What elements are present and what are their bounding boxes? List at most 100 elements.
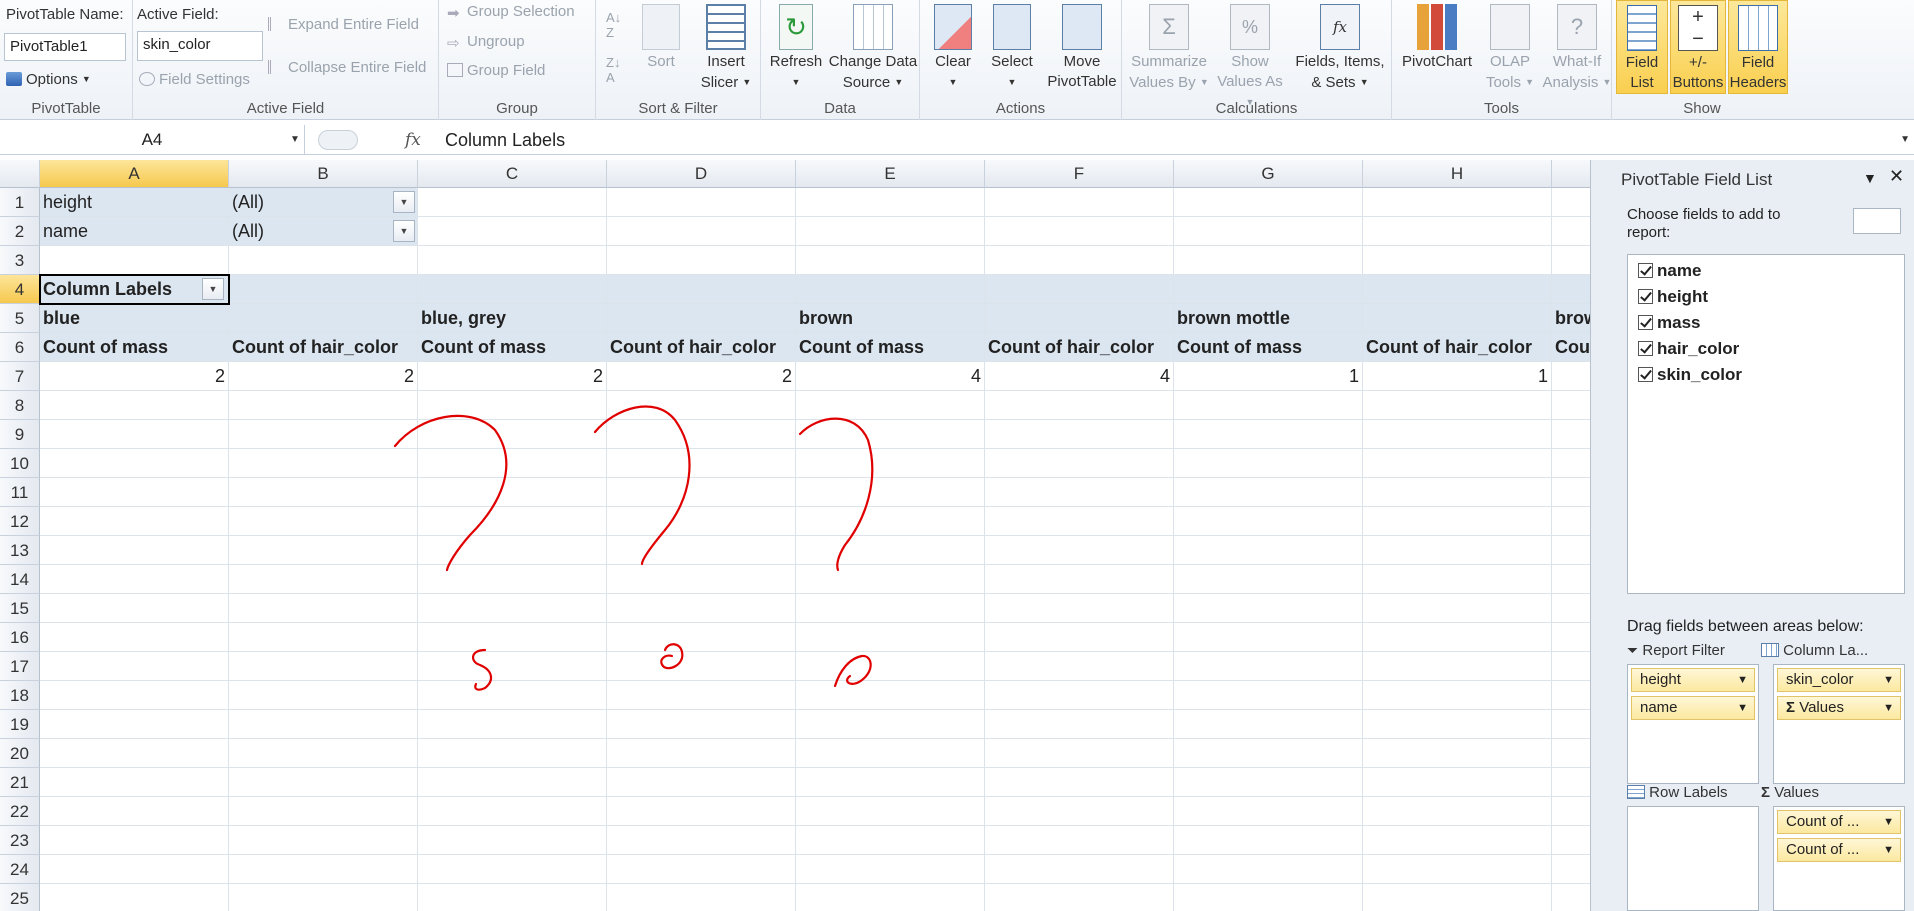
row-header-1[interactable]: 1	[0, 188, 40, 217]
cell-f24[interactable]	[985, 855, 1174, 884]
cell-e20[interactable]	[796, 739, 985, 768]
row-header-24[interactable]: 24	[0, 855, 40, 884]
cell-f9[interactable]	[985, 420, 1174, 449]
row-header-21[interactable]: 21	[0, 768, 40, 797]
cell-i13[interactable]	[1552, 536, 1590, 565]
cell-g21[interactable]	[1174, 768, 1363, 797]
cell-a5[interactable]: blue	[40, 304, 229, 333]
cell-e16[interactable]	[796, 623, 985, 652]
filter-dropdown-name-icon[interactable]: ▼	[393, 220, 415, 242]
cell-a17[interactable]	[40, 652, 229, 681]
cell-a6[interactable]: Count of mass	[40, 333, 229, 362]
cell-h16[interactable]	[1363, 623, 1552, 652]
cell-b4[interactable]	[229, 275, 418, 304]
column-header-partial[interactable]	[1552, 160, 1590, 188]
cell-h20[interactable]	[1363, 739, 1552, 768]
cell-i8[interactable]	[1552, 391, 1590, 420]
cell-g2[interactable]	[1174, 217, 1363, 246]
cell-f8[interactable]	[985, 391, 1174, 420]
cell-d10[interactable]	[607, 449, 796, 478]
cell-d21[interactable]	[607, 768, 796, 797]
cell-d8[interactable]	[607, 391, 796, 420]
cell-g15[interactable]	[1174, 594, 1363, 623]
cell-b7[interactable]: 2	[229, 362, 418, 391]
cell-h13[interactable]	[1363, 536, 1552, 565]
cell-f18[interactable]	[985, 681, 1174, 710]
cell-i2[interactable]	[1552, 217, 1590, 246]
cell-c12[interactable]	[418, 507, 607, 536]
row-labels-area[interactable]	[1627, 806, 1759, 911]
column-header-a[interactable]: A	[40, 160, 229, 188]
cell-g10[interactable]	[1174, 449, 1363, 478]
column-header-h[interactable]: H	[1363, 160, 1552, 188]
cell-i12[interactable]	[1552, 507, 1590, 536]
cell-a1[interactable]: height	[40, 188, 229, 217]
cell-i23[interactable]	[1552, 826, 1590, 855]
cell-d3[interactable]	[607, 246, 796, 275]
values-chip[interactable]: Count of ... ▼	[1777, 810, 1901, 834]
cell-c18[interactable]	[418, 681, 607, 710]
cell-d6[interactable]: Count of hair_color	[607, 333, 796, 362]
cell-a7[interactable]: 2	[40, 362, 229, 391]
values-area[interactable]: Count of ... ▼ Count of ... ▼	[1773, 806, 1905, 911]
field-list-button[interactable]: Field List	[1616, 0, 1668, 94]
group-field-button[interactable]: Group Field	[447, 62, 545, 79]
field-item[interactable]: mass	[1638, 313, 1700, 333]
row-header-11[interactable]: 11	[0, 478, 40, 507]
cell-c14[interactable]	[418, 565, 607, 594]
filter-chip-name[interactable]: name ▼	[1631, 696, 1755, 720]
cell-e8[interactable]	[796, 391, 985, 420]
cell-h1[interactable]	[1363, 188, 1552, 217]
cell-a12[interactable]	[40, 507, 229, 536]
cell-e7[interactable]: 4	[796, 362, 985, 391]
column-header-d[interactable]: D	[607, 160, 796, 188]
cell-f7[interactable]: 4	[985, 362, 1174, 391]
cell-c9[interactable]	[418, 420, 607, 449]
cell-i15[interactable]	[1552, 594, 1590, 623]
cell-a15[interactable]	[40, 594, 229, 623]
cell-e1[interactable]	[796, 188, 985, 217]
cell-d14[interactable]	[607, 565, 796, 594]
cell-f15[interactable]	[985, 594, 1174, 623]
cell-d23[interactable]	[607, 826, 796, 855]
cell-c13[interactable]	[418, 536, 607, 565]
cell-d16[interactable]	[607, 623, 796, 652]
cell-a19[interactable]	[40, 710, 229, 739]
cell-a25[interactable]	[40, 884, 229, 911]
row-header-7[interactable]: 7	[0, 362, 40, 391]
cell-f25[interactable]	[985, 884, 1174, 911]
cell-b3[interactable]	[229, 246, 418, 275]
cell-h8[interactable]	[1363, 391, 1552, 420]
change-data-source-button[interactable]: Change Data Source ▼	[825, 0, 921, 93]
cell-d19[interactable]	[607, 710, 796, 739]
cell-b12[interactable]	[229, 507, 418, 536]
move-pivottable-button[interactable]: Move PivotTable	[1042, 0, 1122, 92]
column-header-e[interactable]: E	[796, 160, 985, 188]
cell-g20[interactable]	[1174, 739, 1363, 768]
active-field-input[interactable]: skin_color	[137, 31, 263, 61]
cell-e19[interactable]	[796, 710, 985, 739]
cell-a24[interactable]	[40, 855, 229, 884]
formula-bar-expand-icon[interactable]: ▼	[1900, 125, 1910, 155]
field-item[interactable]: hair_color	[1638, 339, 1739, 359]
cell-e3[interactable]	[796, 246, 985, 275]
formula-content[interactable]: Column Labels	[445, 125, 565, 155]
cell-f14[interactable]	[985, 565, 1174, 594]
cell-g23[interactable]	[1174, 826, 1363, 855]
cell-c10[interactable]	[418, 449, 607, 478]
options-button[interactable]: Options ▼	[6, 71, 91, 88]
cell-h10[interactable]	[1363, 449, 1552, 478]
cell-f1[interactable]	[985, 188, 1174, 217]
cell-e22[interactable]	[796, 797, 985, 826]
cell-d9[interactable]	[607, 420, 796, 449]
expand-entire-field-button[interactable]: Expand Entire Field	[268, 16, 419, 33]
cell-f22[interactable]	[985, 797, 1174, 826]
cell-f13[interactable]	[985, 536, 1174, 565]
olap-tools-button[interactable]: OLAP Tools ▼	[1478, 0, 1542, 93]
cell-h18[interactable]	[1363, 681, 1552, 710]
select-button[interactable]: Select ▼	[982, 0, 1042, 93]
cell-g11[interactable]	[1174, 478, 1363, 507]
cell-g24[interactable]	[1174, 855, 1363, 884]
cell-c24[interactable]	[418, 855, 607, 884]
cell-e4[interactable]	[796, 275, 985, 304]
